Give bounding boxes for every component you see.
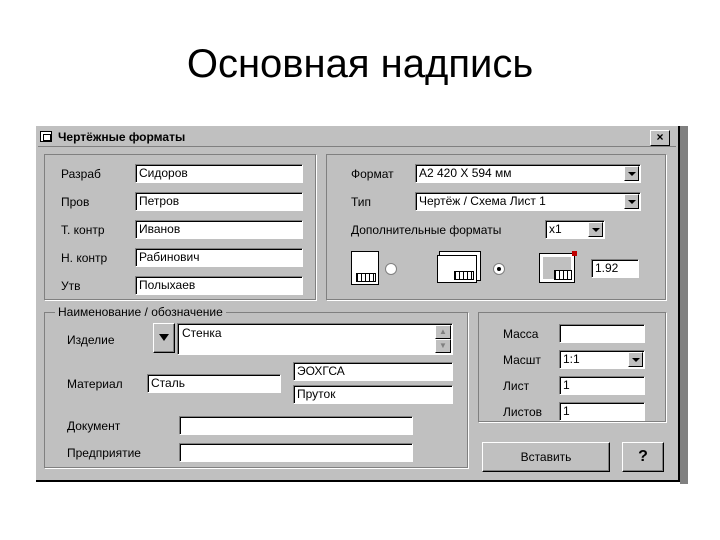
- enterprise-label: Предприятие: [67, 446, 141, 460]
- chevron-down-icon[interactable]: [624, 166, 639, 181]
- type-label: Тип: [351, 195, 372, 209]
- checker-field[interactable]: Петров: [135, 192, 303, 211]
- format-select[interactable]: А2 420 Х 594 мм: [415, 164, 641, 183]
- scale-factor-field[interactable]: 1.92: [591, 259, 639, 278]
- extra-formats-label: Дополнительные форматы: [351, 223, 502, 237]
- material-field[interactable]: Сталь: [147, 374, 281, 393]
- layout-radio-2[interactable]: [493, 263, 505, 275]
- close-button[interactable]: ×: [650, 130, 670, 146]
- window-icon: [40, 131, 52, 142]
- naming-caption: Наименование / обозначение: [55, 305, 226, 319]
- type-select[interactable]: Чертёж / Схема Лист 1: [415, 192, 641, 211]
- dialog-shadow: [680, 126, 688, 484]
- drawing-formats-dialog: Чертёжные форматы × Разраб Сидоров Пров …: [36, 126, 680, 482]
- developer-field[interactable]: Сидоров: [135, 164, 303, 183]
- enterprise-field[interactable]: [179, 443, 413, 462]
- format-select-value: А2 420 Х 594 мм: [419, 166, 512, 180]
- label-tech-control: Т. контр: [61, 223, 105, 237]
- scroll-up-icon[interactable]: ▲: [435, 325, 451, 339]
- filter-arrow-icon: [159, 334, 169, 341]
- sheet-with-stamp-icon[interactable]: [351, 251, 379, 285]
- product-value: Стенка: [182, 326, 222, 340]
- format-label: Формат: [351, 167, 394, 181]
- help-button[interactable]: ?: [622, 442, 664, 472]
- format-group: Формат А2 420 Х 594 мм Тип Чертёж / Схем…: [326, 154, 666, 300]
- scale-label: Масшт: [503, 353, 541, 367]
- scale-select[interactable]: 1:1: [559, 350, 645, 369]
- product-textarea[interactable]: Стенка ▲ ▼: [177, 323, 453, 355]
- sheet-label: Лист: [503, 379, 530, 393]
- sheets-label: Листов: [503, 405, 542, 419]
- label-developer: Разраб: [61, 167, 101, 181]
- label-norm-control: Н. контр: [61, 251, 108, 265]
- signatures-group: Разраб Сидоров Пров Петров Т. контр Иван…: [44, 154, 316, 300]
- tech-control-field[interactable]: Иванов: [135, 220, 303, 239]
- material-profile-field[interactable]: Пруток: [293, 385, 453, 404]
- sheet-landscape-icon[interactable]: [437, 255, 477, 283]
- extra-formats-select[interactable]: x1: [545, 220, 605, 239]
- label-approved: Утв: [61, 279, 81, 293]
- norm-control-field[interactable]: Рабинович: [135, 248, 303, 267]
- chevron-down-icon[interactable]: [628, 352, 643, 367]
- slide-title: Основная надпись: [186, 42, 534, 86]
- product-dropdown-button[interactable]: [153, 323, 175, 353]
- sheets-field[interactable]: 1: [559, 402, 645, 421]
- document-label: Документ: [67, 419, 121, 433]
- type-select-value: Чертёж / Схема Лист 1: [419, 194, 546, 208]
- sheet-highlighted-icon[interactable]: [539, 251, 577, 283]
- label-checker: Пров: [61, 195, 90, 209]
- chevron-down-icon[interactable]: [624, 194, 639, 209]
- scale-select-value: 1:1: [563, 352, 580, 366]
- insert-button[interactable]: Вставить: [482, 442, 610, 472]
- properties-group: Масса Масшт 1:1 Лист 1 Листов 1: [478, 312, 666, 422]
- extra-formats-value: x1: [549, 222, 562, 236]
- chevron-down-icon[interactable]: [588, 222, 603, 237]
- naming-group: Наименование / обозначение Изделие Стенк…: [44, 305, 468, 468]
- mass-field[interactable]: [559, 324, 645, 343]
- dialog-title: Чертёжные форматы: [58, 130, 186, 144]
- product-scrollbar[interactable]: ▲ ▼: [435, 325, 451, 353]
- sheet-field[interactable]: 1: [559, 376, 645, 395]
- layout-radio-1[interactable]: [385, 263, 397, 275]
- dialog-titlebar[interactable]: Чертёжные форматы ×: [38, 128, 676, 147]
- material-label: Материал: [67, 377, 123, 391]
- document-field[interactable]: [179, 416, 413, 435]
- product-label: Изделие: [67, 333, 115, 347]
- approved-field[interactable]: Полыхаев: [135, 276, 303, 295]
- material-code-field[interactable]: ЭОХГСА: [293, 362, 453, 381]
- scroll-down-icon[interactable]: ▼: [435, 339, 451, 353]
- mass-label: Масса: [503, 327, 539, 341]
